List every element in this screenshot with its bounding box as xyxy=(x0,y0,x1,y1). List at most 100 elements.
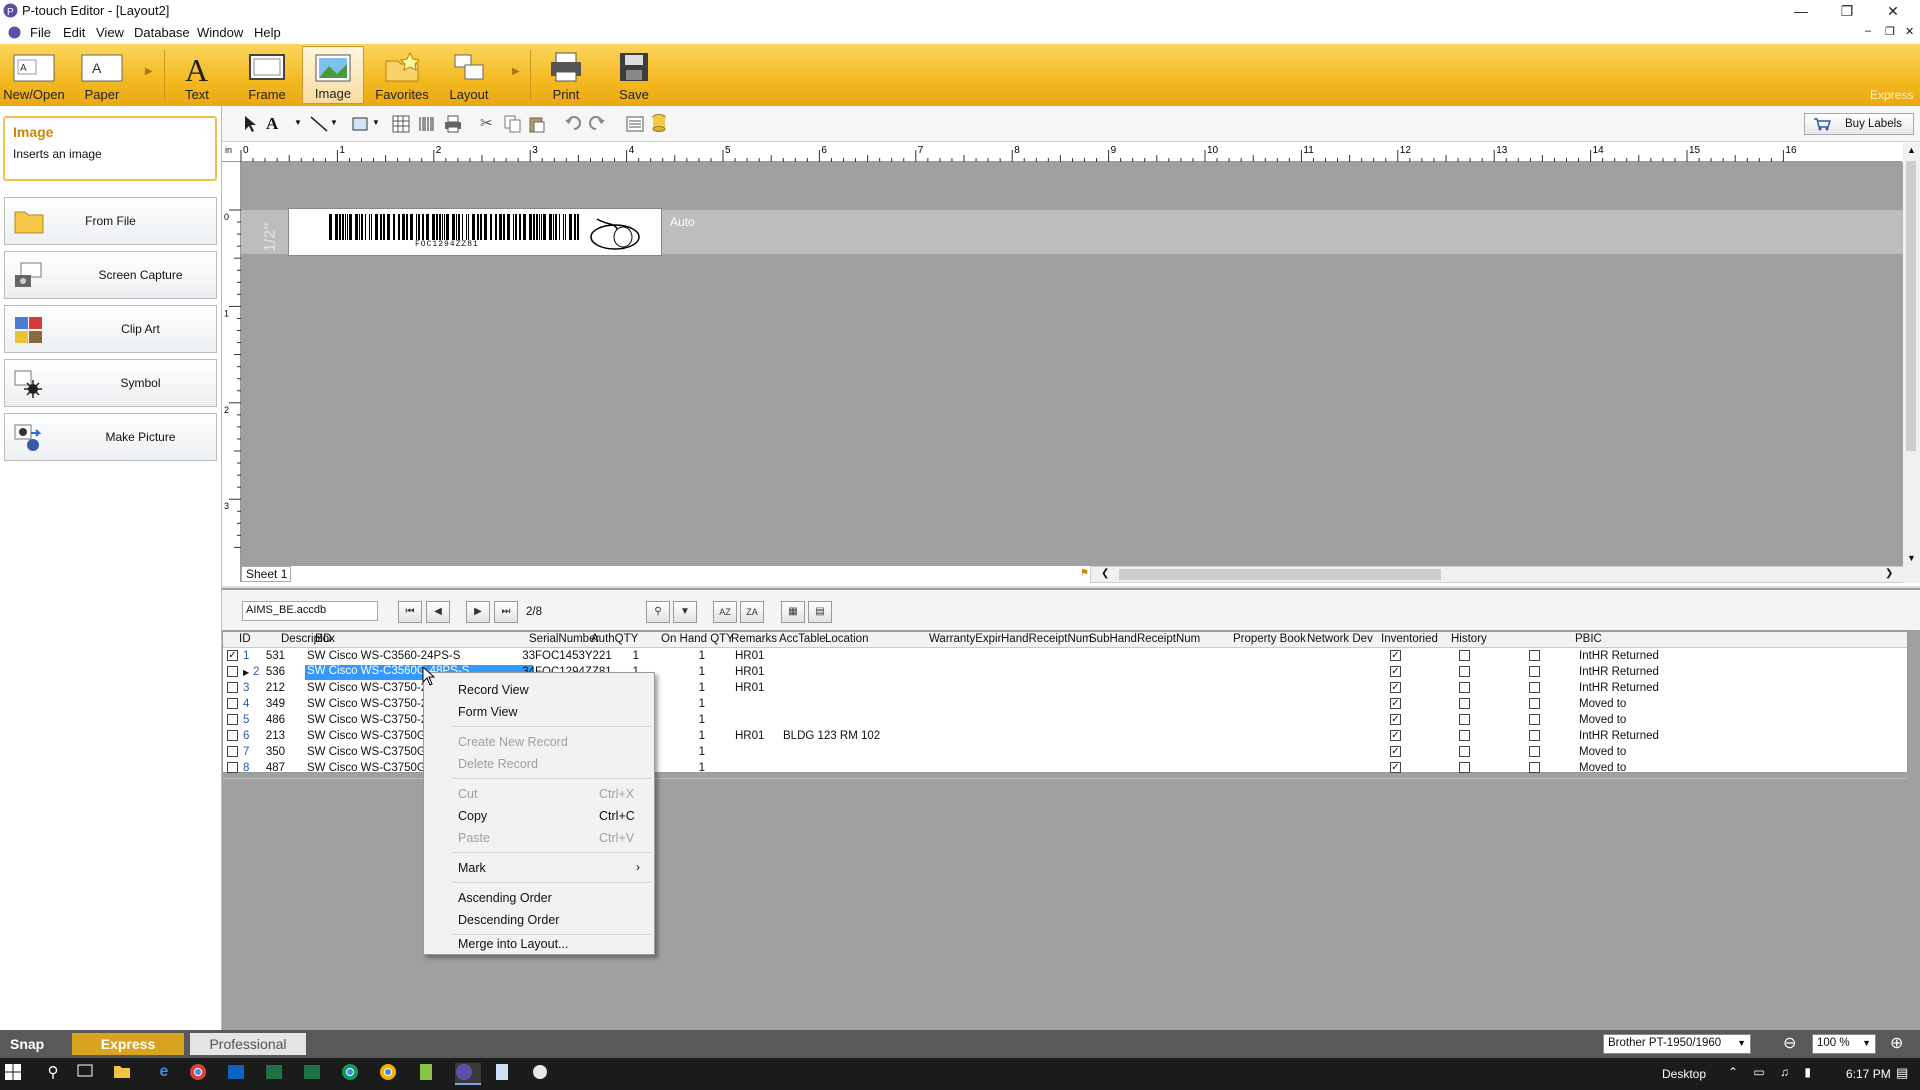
search-button[interactable]: ⚲ xyxy=(646,601,670,623)
row-number[interactable]: 6 xyxy=(243,730,249,742)
print-tool-icon[interactable] xyxy=(444,115,462,133)
text-tool-icon[interactable]: A xyxy=(266,114,278,134)
row-checkbox[interactable] xyxy=(227,730,238,741)
row-checkbox[interactable] xyxy=(227,762,238,773)
checkbox-pb[interactable]: ✓ xyxy=(1390,682,1401,693)
properties-icon[interactable] xyxy=(626,116,644,132)
form-view-button[interactable]: ▤ xyxy=(808,601,832,623)
next-record-button[interactable]: ▶ xyxy=(466,601,490,623)
cell-onhand[interactable]: 1 xyxy=(699,730,705,742)
cell-hist[interactable]: Moved to xyxy=(1579,698,1626,710)
column-header[interactable]: AuthQTY xyxy=(591,633,638,645)
checkbox-nd[interactable] xyxy=(1459,746,1470,757)
mouse-image-icon[interactable] xyxy=(587,213,643,253)
barcode[interactable] xyxy=(327,214,587,242)
column-header[interactable]: AccTable xyxy=(779,633,826,645)
row-checkbox[interactable] xyxy=(227,698,238,709)
mdi-restore-icon[interactable]: ❐ xyxy=(1885,25,1895,38)
checkbox-pb[interactable]: ✓ xyxy=(1390,698,1401,709)
vertical-scrollbar[interactable]: ▲ ▼ xyxy=(1903,143,1920,583)
checkbox-inv[interactable] xyxy=(1529,730,1540,741)
notepad-icon[interactable] xyxy=(417,1063,443,1085)
cell-onhand[interactable]: 1 xyxy=(699,682,705,694)
vscroll-thumb[interactable] xyxy=(1906,161,1916,451)
column-header[interactable]: PBIC xyxy=(1575,633,1602,645)
checkbox-nd[interactable] xyxy=(1459,666,1470,677)
minimize-icon[interactable]: — xyxy=(1778,0,1824,22)
cell-hist[interactable]: IntHR Returned xyxy=(1579,650,1659,662)
filter-button[interactable]: ▼ xyxy=(673,601,697,623)
checkbox-inv[interactable] xyxy=(1529,762,1540,773)
ctx-delete-record[interactable]: Delete Record xyxy=(458,757,538,771)
screen-capture-button[interactable]: Screen Capture xyxy=(4,251,217,299)
row-checkbox[interactable]: ✓ xyxy=(227,650,238,661)
edge-icon[interactable]: e xyxy=(151,1063,177,1085)
checkbox-nd[interactable] xyxy=(1459,714,1470,725)
menu-database[interactable]: Database xyxy=(134,25,190,40)
row-checkbox[interactable] xyxy=(227,682,238,693)
new-open-button[interactable]: A New/Open xyxy=(2,46,66,104)
column-header[interactable]: Remarks xyxy=(731,633,777,645)
scroll-thumb[interactable] xyxy=(1119,569,1441,580)
chrome-icon[interactable] xyxy=(189,1063,215,1085)
sheet-nav-icon[interactable]: ⚑ xyxy=(1080,568,1089,579)
scroll-up-icon[interactable]: ▲ xyxy=(1907,145,1916,155)
cell-id[interactable]: 349 xyxy=(266,698,285,710)
favorites-button[interactable]: Favorites xyxy=(370,46,434,104)
row-number[interactable]: 3 xyxy=(243,682,249,694)
checkbox-pb[interactable]: ✓ xyxy=(1390,666,1401,677)
start-icon[interactable] xyxy=(4,1063,30,1085)
cell-acc[interactable]: HR01 xyxy=(735,666,764,678)
print-button[interactable]: Print xyxy=(536,46,596,104)
row-checkbox[interactable] xyxy=(227,666,238,677)
column-header[interactable]: WarrantyExpir xyxy=(929,633,1001,645)
table-tool-icon[interactable] xyxy=(392,115,410,133)
mdi-minimize-icon[interactable]: – xyxy=(1865,25,1871,37)
menu-view[interactable]: View xyxy=(96,25,124,40)
professional-mode-tab[interactable]: Professional xyxy=(190,1033,306,1055)
cell-hist[interactable]: IntHR Returned xyxy=(1579,682,1659,694)
first-record-button[interactable]: ⏮ xyxy=(398,601,422,623)
cell-desc[interactable]: SW Cisco WS-C3750G-4 xyxy=(307,762,436,774)
from-file-button[interactable]: From File xyxy=(4,197,217,245)
image-button[interactable]: Image xyxy=(302,46,364,104)
column-header[interactable]: History xyxy=(1451,633,1487,645)
copy-icon[interactable] xyxy=(504,115,522,133)
cell-id[interactable]: 536 xyxy=(266,666,285,678)
undo-icon[interactable] xyxy=(564,115,582,131)
mdi-close-icon[interactable]: ✕ xyxy=(1905,25,1914,38)
ribbon-arrow-icon[interactable]: ▶ xyxy=(145,66,153,77)
line-tool-icon[interactable] xyxy=(310,116,328,132)
notification-icon[interactable]: ▤ xyxy=(1896,1065,1908,1081)
ctx-create-new-record[interactable]: Create New Record xyxy=(458,735,568,749)
column-header[interactable]: HandReceiptNum xyxy=(1001,633,1092,645)
checkbox-inv[interactable] xyxy=(1529,682,1540,693)
column-header[interactable]: Inventoried xyxy=(1381,633,1438,645)
cell-onhand[interactable]: 1 xyxy=(699,762,705,774)
cell-onhand[interactable]: 1 xyxy=(699,714,705,726)
sort-descending-button[interactable]: ZA xyxy=(740,601,764,623)
cell-loc[interactable]: BLDG 123 RM 102 xyxy=(783,730,880,742)
express-mode-tab[interactable]: Express xyxy=(72,1033,184,1055)
frame-button[interactable]: Frame xyxy=(236,46,298,104)
cell-acc[interactable]: HR01 xyxy=(735,730,764,742)
column-header[interactable]: Property Book xyxy=(1233,633,1306,645)
dropdown-arrow-icon[interactable]: ▼ xyxy=(330,118,338,127)
outlook-icon[interactable] xyxy=(227,1063,253,1085)
checkbox-inv[interactable] xyxy=(1529,650,1540,661)
cell-acc[interactable]: HR01 xyxy=(735,682,764,694)
scroll-right-icon[interactable]: ❯ xyxy=(1885,568,1893,579)
cell-onhand[interactable]: 1 xyxy=(699,746,705,758)
checkbox-pb[interactable]: ✓ xyxy=(1390,650,1401,661)
printer-select[interactable]: Brother PT-1950/1960 ▼ xyxy=(1603,1034,1751,1054)
save-button[interactable]: Save xyxy=(604,46,664,104)
checkbox-pb[interactable]: ✓ xyxy=(1390,746,1401,757)
rectangle-tool-icon[interactable] xyxy=(352,116,368,132)
checkbox-nd[interactable] xyxy=(1459,762,1470,773)
checkbox-inv[interactable] xyxy=(1529,714,1540,725)
cell-desc[interactable]: SW Cisco WS-C3750G-4 xyxy=(307,730,436,742)
select-arrow-icon[interactable] xyxy=(242,115,258,133)
ctx-form-view[interactable]: Form View xyxy=(458,705,518,719)
column-header[interactable]: SubHandReceiptNum xyxy=(1089,633,1200,645)
clip-art-button[interactable]: Clip Art xyxy=(4,305,217,353)
